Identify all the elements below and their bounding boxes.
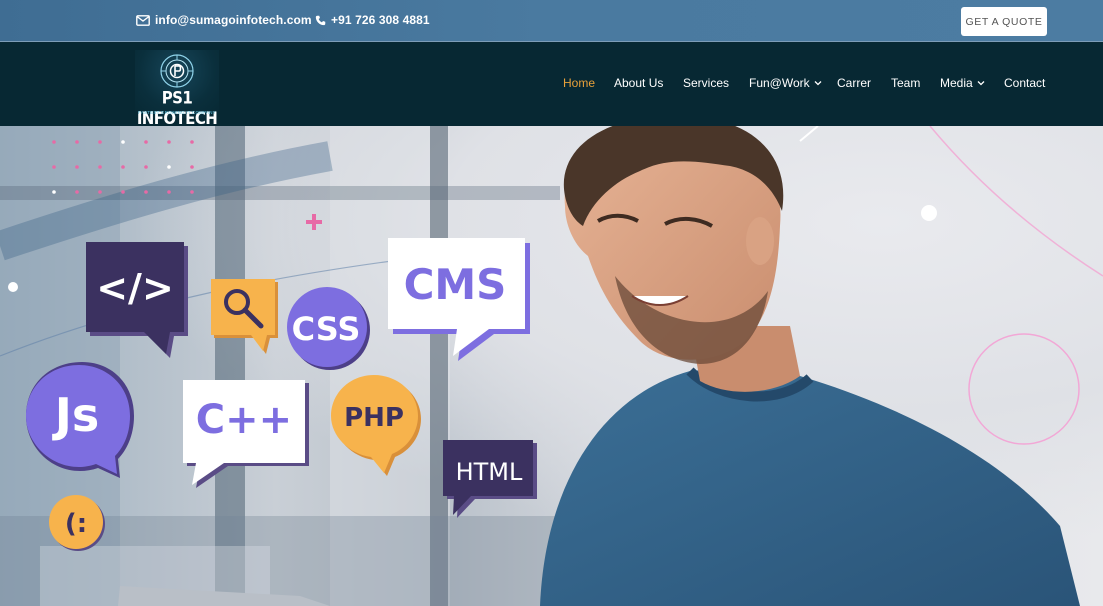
logo[interactable]: PS1 INFOTECH FASTEST GROWING IT COMPANY [135,50,219,129]
nav-item-label: Team [891,76,921,90]
chevron-down-icon [814,81,822,86]
phone-icon [315,15,326,25]
nav-item-contact[interactable]: Contact [1004,76,1045,90]
nav-item-label: About Us [614,76,664,90]
nav-item-media[interactable]: Media [940,76,985,90]
chevron-down-icon [977,81,985,86]
phone-link[interactable]: +91 726 308 4881 [315,13,430,27]
nav-item-label: Carrer [837,76,872,90]
php-bubble-text: PHP [344,403,404,433]
logo-mark-icon [160,54,194,88]
email-link[interactable]: info@sumagoinfotech.com [136,13,312,27]
html-bubble: HTML [443,440,537,518]
plus-icon [306,214,322,230]
cpp-bubble: C++ [183,380,309,488]
smiley-bubble-text: (: [65,509,87,539]
top-bar: info@sumagoinfotech.com +91 726 308 4881… [0,0,1103,42]
decor-dot [8,282,18,292]
email-text: info@sumagoinfotech.com [155,13,312,27]
nav-item-about-us[interactable]: About Us [614,76,663,90]
logo-text: PS1 INFOTECH [136,87,218,129]
nav-item-label: Fun@Work [749,76,810,90]
nav-item-home[interactable]: Home [563,76,595,90]
decor-line [799,126,819,142]
js-bubble-text: Js [52,388,100,442]
hero-banner: </> CSS CMS Js C++ PHP HTML (: [0,126,1103,606]
get-a-quote-button[interactable]: GET A QUOTE [961,7,1047,36]
nav-item-label: Services [683,76,730,90]
nav-item-carrer[interactable]: Carrer [837,76,871,90]
phone-text: +91 726 308 4881 [331,13,430,27]
html-bubble-text: HTML [456,458,523,486]
decor-ring [968,333,1080,445]
main-navbar: PS1 INFOTECH FASTEST GROWING IT COMPANY … [0,42,1103,129]
nav-item-team[interactable]: Team [891,76,920,90]
decor-dot [921,205,937,221]
cms-bubble-text: CMS [404,260,507,309]
hero-illustration: </> CSS CMS Js C++ PHP HTML (: [0,126,1103,606]
code-bubble-text: </> [96,266,174,310]
nav-item-label: Home [563,76,596,90]
mail-icon [136,14,150,26]
nav-item-label: Contact [1004,76,1046,90]
nav-item-label: Media [940,76,973,90]
decor-arc [929,126,1103,277]
nav-item-services[interactable]: Services [683,76,729,90]
cpp-bubble-text: C++ [196,397,292,443]
css-bubble-text: CSS [292,310,361,348]
logo-tagline: FASTEST GROWING IT COMPANY [138,110,216,115]
nav-item-fun-at-work[interactable]: Fun@Work [749,76,822,90]
